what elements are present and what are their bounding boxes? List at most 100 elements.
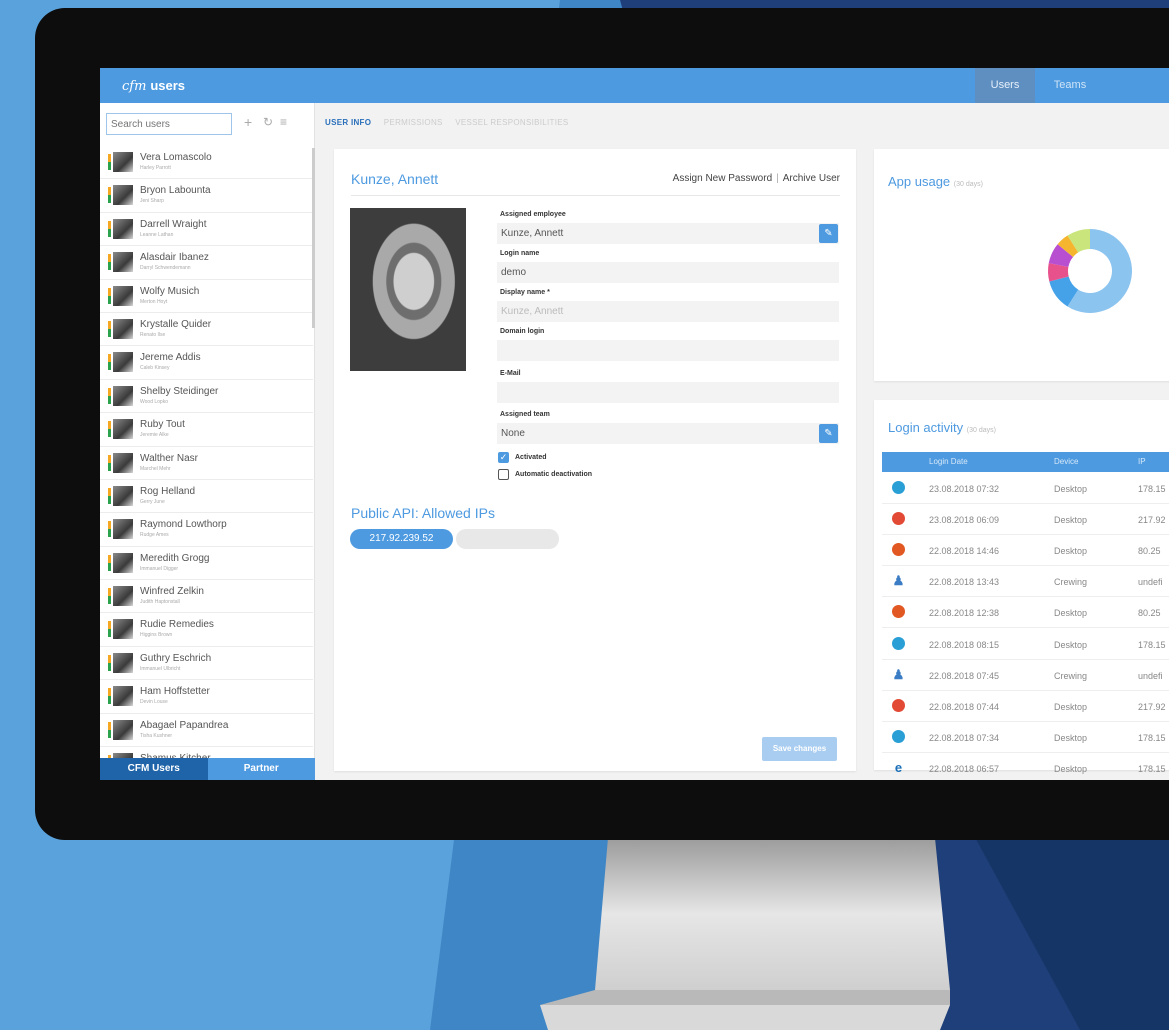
ip-input[interactable] (456, 529, 559, 549)
assigned-employee-field[interactable]: Kunze, Annett (497, 223, 839, 244)
user-name: Jereme Addis (140, 352, 201, 364)
login-date: 22.08.2018 13:43 (929, 577, 1000, 588)
app-usage-title: App usage (30 days) (888, 174, 983, 189)
table-row[interactable]: 23.08.2018 06:09 Desktop 217.92 (882, 504, 1169, 536)
avatar (113, 485, 133, 506)
login-date: 22.08.2018 12:38 (929, 608, 1000, 619)
app-brand[interactable]: cfm users (122, 77, 185, 94)
list-item[interactable]: Ruby Tout Jeremie Alke (100, 413, 313, 447)
user-sub: Caleb Kinsey (140, 365, 170, 372)
list-item[interactable]: Rudie Remedies Higgins Brown (100, 613, 313, 647)
assign-password-link[interactable]: Assign New Password (673, 173, 772, 184)
table-row[interactable]: ♟ 22.08.2018 13:43 Crewing undefi (882, 566, 1169, 598)
app-screen: cfm users Users Teams + ↻ ≡ Vera Lomasco… (100, 68, 1169, 780)
table-row[interactable]: 22.08.2018 07:34 Desktop 178.15 (882, 722, 1169, 753)
archive-user-link[interactable]: Archive User (783, 173, 840, 184)
action-separator: | (776, 173, 779, 184)
user-actions: Assign New Password | Archive User (673, 173, 840, 184)
list-item[interactable]: Wolfy Musich Merton Hoyt (100, 280, 313, 313)
edit-team-button[interactable]: ✎ (819, 424, 838, 443)
filter-icon[interactable]: ≡ (280, 115, 287, 129)
login-device: Desktop (1054, 515, 1088, 526)
status-flag (108, 621, 111, 638)
list-item[interactable]: Walther Nasr Marchel Mehr (100, 447, 313, 480)
safari-icon (892, 481, 905, 494)
user-sub: Renato Ilse (140, 331, 166, 338)
header-ip: IP (1138, 457, 1146, 466)
api-ips-title: Public API: Allowed IPs (351, 505, 495, 521)
activated-label: Activated (515, 454, 547, 461)
tab-vessel-responsibilities[interactable]: VESSEL RESPONSIBILITIES (455, 118, 568, 127)
list-item[interactable]: Krystalle Quider Renato Ilse (100, 313, 313, 347)
auto-deactivation-checkbox[interactable] (498, 469, 509, 480)
user-name: Meredith Grogg (140, 552, 210, 564)
table-row[interactable]: 23.08.2018 07:32 Desktop 178.15 (882, 473, 1169, 504)
nav-users[interactable]: Users (975, 68, 1035, 103)
sidebar-scrollbar[interactable] (312, 148, 315, 328)
user-sub: Rudge Ames (140, 532, 169, 539)
edit-employee-button[interactable]: ✎ (819, 224, 838, 243)
avatar (113, 652, 133, 673)
status-flag (108, 287, 111, 304)
status-flag (108, 187, 111, 204)
tab-cfm-users[interactable]: CFM Users (100, 758, 208, 780)
display-name-field[interactable]: Kunze, Annett (497, 301, 839, 322)
login-ip: 178.15 (1138, 732, 1166, 743)
save-button[interactable]: Save changes (762, 737, 837, 761)
login-date: 22.08.2018 08:15 (929, 639, 1000, 650)
table-row[interactable]: 22.08.2018 12:38 Desktop 80.25 (882, 597, 1169, 629)
search-input[interactable] (106, 113, 232, 135)
list-item[interactable]: Vera Lomascolo Harley Parrott (100, 146, 313, 180)
user-name: Rog Helland (140, 485, 196, 497)
table-row[interactable]: 22.08.2018 08:15 Desktop 178.15 (882, 629, 1169, 660)
login-name-field[interactable]: demo (497, 262, 839, 283)
auto-deactivation-label: Automatic deactivation (515, 471, 593, 478)
user-name: Walther Nasr (140, 452, 198, 464)
user-name: Ham Hoffstetter (140, 686, 210, 698)
refresh-icon[interactable]: ↻ (263, 115, 273, 129)
list-item[interactable]: Darrell Wraight Leanne Lathan (100, 213, 313, 247)
check-icon: ✓ (499, 452, 508, 462)
user-sub: Jeni Sharp (140, 198, 164, 205)
list-item[interactable]: Shelby Steidinger Wood Lopko (100, 380, 313, 414)
list-item[interactable]: Meredith Grogg Immanuel Digger (100, 547, 313, 581)
avatar (113, 318, 133, 339)
assigned-team-field[interactable]: None (497, 423, 839, 444)
tab-user-info[interactable]: USER INFO (325, 118, 371, 127)
status-flag (108, 220, 111, 237)
nav-teams[interactable]: Teams (1035, 68, 1105, 103)
list-item[interactable]: Alasdair Ibanez Darryl Schwendemann (100, 246, 313, 280)
domain-login-field[interactable] (497, 340, 839, 361)
list-item[interactable]: Guthry Eschrich Immanuel Ulbricht (100, 647, 313, 681)
login-ip: 178.15 (1138, 763, 1166, 774)
table-row[interactable]: 22.08.2018 07:44 Desktop 217.92 (882, 691, 1169, 722)
login-date: 22.08.2018 06:57 (929, 763, 1000, 774)
avatar (113, 152, 133, 172)
activated-checkbox[interactable]: ✓ (498, 452, 509, 463)
chrome-icon (892, 698, 905, 712)
status-flag (108, 688, 111, 705)
email-field[interactable] (497, 382, 839, 403)
table-row[interactable]: e 22.08.2018 06:57 Desktop 178.15 (882, 753, 1169, 780)
user-name: Winfred Zelkin (140, 586, 204, 598)
avatar (113, 452, 133, 473)
avatar (113, 252, 133, 273)
status-flag (108, 487, 111, 504)
tab-permissions[interactable]: PERMISSIONS (384, 118, 443, 127)
user-name: Wolfy Musich (140, 285, 200, 297)
ip-chip[interactable]: 217.92.239.52 (350, 529, 453, 549)
list-item[interactable]: Bryon Labounta Jeni Sharp (100, 179, 313, 213)
display-name-label: Display name * (500, 289, 550, 296)
add-icon[interactable]: + (244, 114, 252, 130)
status-flag (108, 354, 111, 371)
list-item[interactable]: Ham Hoffstetter Devin Louse (100, 680, 313, 714)
list-item[interactable]: Jereme Addis Caleb Kinsey (100, 346, 313, 380)
list-item[interactable]: Abagael Papandrea Tisha Kushner (100, 714, 313, 748)
list-item[interactable]: Winfred Zelkin Judith Haptonstall (100, 580, 313, 614)
tab-partner[interactable]: Partner (207, 758, 315, 780)
list-item[interactable]: Raymond Lowthorp Rudge Ames (100, 513, 313, 547)
table-row[interactable]: ♟ 22.08.2018 07:45 Crewing undefi (882, 660, 1169, 691)
status-flag (108, 421, 111, 438)
table-row[interactable]: 22.08.2018 14:46 Desktop 80.25 (882, 535, 1169, 567)
list-item[interactable]: Rog Helland Gerry June (100, 480, 313, 514)
